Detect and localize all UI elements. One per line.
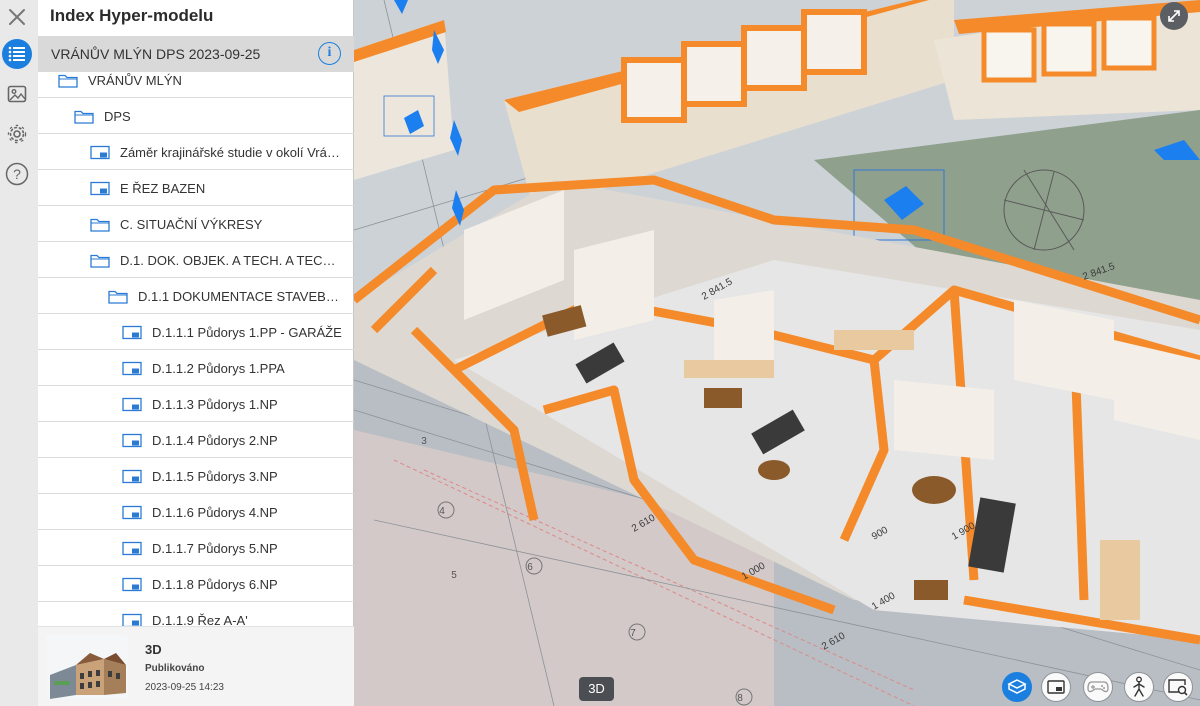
close-icon[interactable]: [6, 6, 28, 28]
hypermodel-index-panel: Index Hyper-modelu VRÁNŮV MLÝN DPS 2023-…: [38, 0, 354, 706]
sheet-view-icon[interactable]: [1041, 672, 1071, 702]
tree-item-label: E ŘEZ BAZEN: [120, 181, 206, 196]
sheet-icon: [122, 541, 142, 561]
sheet-icon: [122, 469, 142, 489]
tree-item-label: VRÁNŮV MLÝN: [88, 73, 182, 88]
model-thumbnail[interactable]: [46, 635, 128, 699]
sheet-icon: [122, 361, 142, 381]
panel-title: Index Hyper-modelu: [50, 6, 214, 25]
tree-item[interactable]: DPS: [38, 98, 354, 134]
sheet-icon: [122, 505, 142, 525]
3d-viewport[interactable]: 2 610 2 610 1 000 1 400 2 841.5 2 841.5 900 1 9…: [354, 0, 1200, 706]
publish-date: 2023-09-25 14:23: [145, 682, 224, 693]
sheet-icon: [122, 325, 142, 345]
gamepad-icon[interactable]: [1083, 672, 1113, 702]
folder-icon: [90, 253, 110, 273]
tree-item[interactable]: VRÁNŮV MLÝN: [38, 62, 354, 98]
tree-item-label: D.1.1.4 Půdorys 2.NP: [152, 433, 278, 448]
document-tree: VRÁNŮV MLÝN DPS Záměr krajinářské studie v…: [38, 62, 354, 626]
gear-icon[interactable]: [2, 119, 32, 149]
zoom-window-icon[interactable]: [1163, 672, 1193, 702]
tree-item-label: D.1.1.7 Půdorys 5.NP: [152, 541, 278, 556]
sheet-icon: [122, 613, 142, 626]
image-icon[interactable]: [2, 79, 32, 109]
tree-item[interactable]: D.1.1.6 Půdorys 4.NP: [38, 494, 354, 530]
tree-item[interactable]: D.1. DOK. OBJEK. A TECH. A TECHNO…: [38, 242, 354, 278]
grid-axis-label: 7: [630, 628, 636, 639]
tree-item-label: DPS: [104, 109, 131, 124]
tree-item-label: D.1. DOK. OBJEK. A TECH. A TECHNO…: [120, 253, 344, 268]
tree-item[interactable]: D.1.1.4 Půdorys 2.NP: [38, 422, 354, 458]
fullscreen-button[interactable]: [1160, 2, 1188, 30]
tree-item-label: D.1.1.3 Půdorys 1.NP: [152, 397, 278, 412]
sheet-icon: [122, 433, 142, 453]
publish-status: Publikováno: [145, 663, 205, 674]
tree-item[interactable]: Záměr krajinářské studie v okolí Vrá…: [38, 134, 354, 170]
tree-item-label: D.1.1.5 Půdorys 3.NP: [152, 469, 278, 484]
grid-axis-label: 6: [527, 562, 533, 573]
tree-item-label: D.1.1.9 Řez A-A': [152, 613, 248, 626]
tree-item[interactable]: D.1.1.2 Půdorys 1.PPA: [38, 350, 354, 386]
grid-axis-label: 8: [737, 693, 743, 704]
tree-item-label: D.1.1 DOKUMENTACE STAVEBNÍH…: [138, 289, 344, 304]
folder-icon: [74, 109, 94, 129]
walk-person-icon[interactable]: [1124, 672, 1154, 702]
tree-item[interactable]: D.1.1.8 Půdorys 6.NP: [38, 566, 354, 602]
tree-item[interactable]: D.1.1.5 Půdorys 3.NP: [38, 458, 354, 494]
sheet-icon: [122, 577, 142, 597]
grid-axis-label: 4: [439, 506, 445, 517]
grid-axis-label: 5: [451, 570, 457, 581]
tree-item-label: D.1.1.6 Půdorys 4.NP: [152, 505, 278, 520]
tree-item[interactable]: D.1.1.9 Řez A-A': [38, 602, 354, 626]
grid-axis-label: 3: [421, 436, 427, 447]
model-title: 3D: [145, 642, 162, 657]
svg-text:?: ?: [13, 166, 21, 182]
tree-item[interactable]: D.1.1 DOKUMENTACE STAVEBNÍH…: [38, 278, 354, 314]
view-mode-badge: 3D: [579, 677, 614, 701]
model-footer: 3D Publikováno 2023-09-25 14:23: [38, 626, 354, 706]
tree-item[interactable]: D.1.1.7 Půdorys 5.NP: [38, 530, 354, 566]
building-3d-render: 2 6102 6101 0001 4002 841.52 841.5900 1 9…: [354, 0, 1200, 706]
tree-item[interactable]: E ŘEZ BAZEN: [38, 170, 354, 206]
icon-rail: ?: [0, 0, 38, 706]
tree-item-label: D.1.1.2 Půdorys 1.PPA: [152, 361, 285, 376]
folder-icon: [90, 217, 110, 237]
3d-model-icon[interactable]: [1002, 672, 1032, 702]
tree-item-label: C. SITUAČNÍ VÝKRESY: [120, 217, 263, 232]
tree-item-label: D.1.1.8 Půdorys 6.NP: [152, 577, 278, 592]
tree-item[interactable]: D.1.1.3 Půdorys 1.NP: [38, 386, 354, 422]
folder-icon: [58, 73, 78, 93]
model-name: VRÁNŮV MLÝN DPS 2023-09-25: [51, 46, 261, 62]
folder-icon: [108, 289, 128, 309]
sheet-icon: [122, 397, 142, 417]
sheet-icon: [90, 181, 110, 201]
list-icon[interactable]: [2, 39, 32, 69]
sheet-icon: [90, 145, 110, 165]
tree-item[interactable]: D.1.1.1 Půdorys 1.PP - GARÁŽE: [38, 314, 354, 350]
tree-item-label: D.1.1.1 Půdorys 1.PP - GARÁŽE: [152, 325, 342, 340]
tree-item-label: Záměr krajinářské studie v okolí Vrá…: [120, 145, 340, 160]
tree-item[interactable]: C. SITUAČNÍ VÝKRESY: [38, 206, 354, 242]
help-icon[interactable]: ?: [2, 159, 32, 189]
